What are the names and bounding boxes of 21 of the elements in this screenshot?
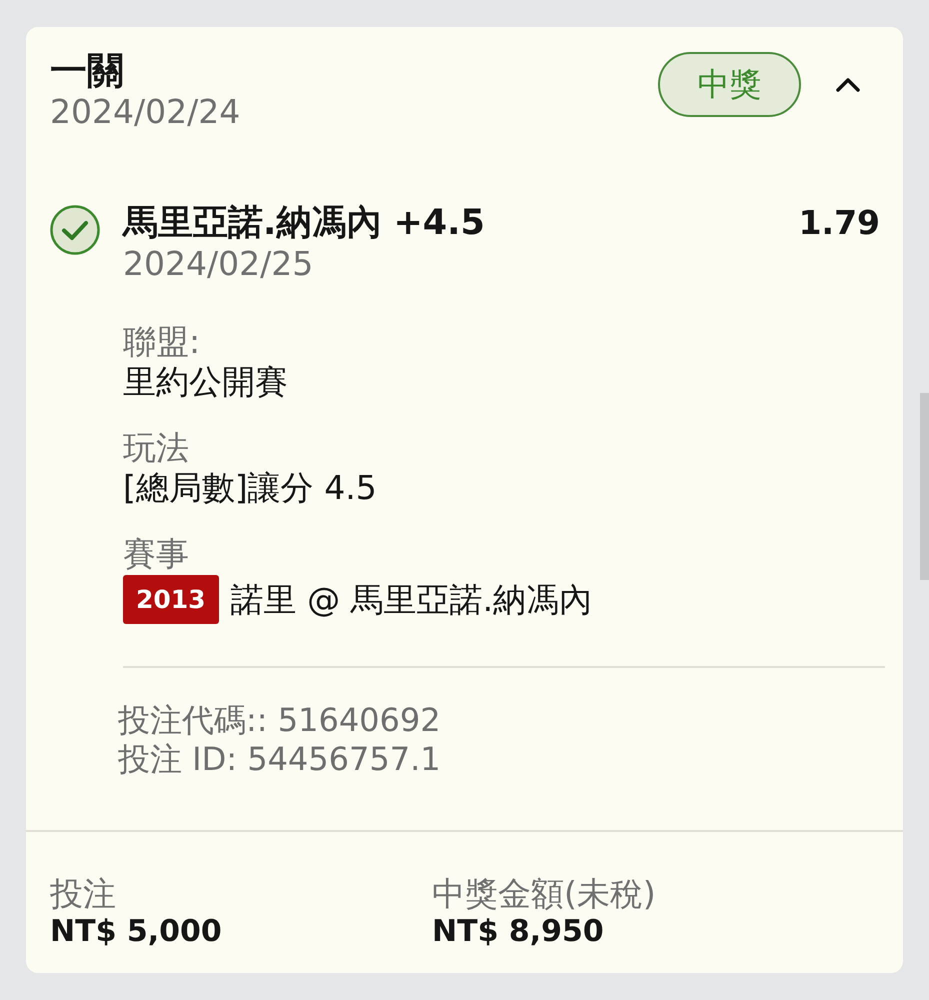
detail-label: 玩法 bbox=[123, 429, 190, 467]
bet-type: 一關 bbox=[50, 49, 125, 93]
scrollbar-thumb[interactable] bbox=[920, 393, 929, 580]
event-number-tag: 2013 bbox=[123, 575, 219, 624]
bet-date: 2024/02/24 bbox=[50, 93, 240, 131]
collapse-chevron-icon[interactable] bbox=[835, 76, 861, 92]
detail-value: 諾里 @ 馬里亞諾.納馮內 bbox=[230, 580, 592, 618]
summary-amount: NT$ 8,950 bbox=[432, 913, 605, 951]
summary-label: 投注 bbox=[50, 874, 117, 913]
status-badge: 中獎 bbox=[658, 52, 801, 117]
bet-code-text: 投注 ID: 54456757.1 bbox=[118, 740, 442, 779]
bet-code-text: 投注代碼:: 51640692 bbox=[118, 701, 442, 740]
detail-value: [總局數]讓分 4.5 bbox=[123, 469, 377, 507]
odds-value: 1.79 bbox=[798, 202, 880, 244]
detail-value: 里約公開賽 bbox=[123, 363, 288, 401]
detail-label: 聯盟: bbox=[123, 323, 202, 361]
selection-name: 馬里亞諾.納馮內 +4.5 bbox=[123, 202, 485, 245]
summary-label: 中獎金額(未稅) bbox=[432, 874, 657, 913]
summary-amount: NT$ 5,000 bbox=[50, 913, 223, 951]
detail-label: 賽事 bbox=[123, 535, 190, 573]
selection-date: 2024/02/25 bbox=[123, 245, 314, 283]
